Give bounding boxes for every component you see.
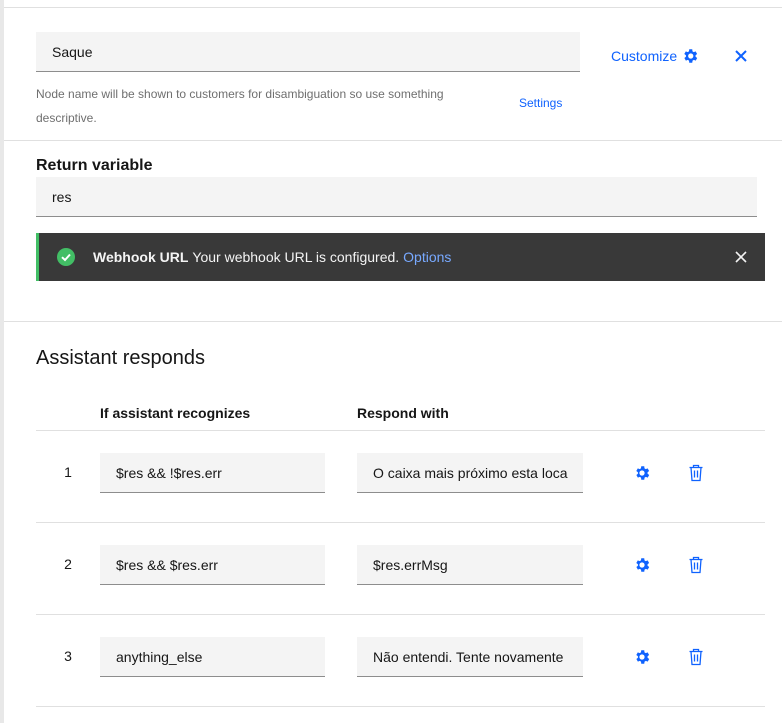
checkmark-circle-icon	[57, 248, 75, 266]
return-variable-label: Return variable	[36, 157, 153, 174]
assistant-responds-title: Assistant responds	[36, 347, 205, 369]
gear-icon[interactable]	[633, 464, 651, 482]
column-header-condition: If assistant recognizes	[100, 405, 251, 421]
gear-icon[interactable]	[633, 648, 651, 666]
webhook-notification: Webhook URL Your webhook URL is configur…	[36, 233, 765, 281]
left-edge-strip	[0, 0, 4, 723]
row-divider	[36, 706, 765, 707]
row-number: 2	[64, 556, 72, 572]
row-number: 3	[64, 648, 72, 664]
gear-icon[interactable]	[633, 556, 651, 574]
row-divider	[36, 430, 765, 431]
customize-label: Customize	[611, 48, 678, 64]
trash-icon[interactable]	[688, 556, 704, 574]
row-number: 1	[64, 464, 72, 480]
condition-input[interactable]: $res && !$res.err	[100, 453, 325, 493]
webhook-notification-title: Webhook URL	[93, 249, 189, 265]
close-icon[interactable]	[733, 48, 749, 64]
row-divider	[36, 614, 765, 615]
column-header-response: Respond with	[357, 405, 449, 421]
section-divider	[4, 140, 782, 141]
gear-icon	[684, 49, 698, 63]
close-icon[interactable]	[733, 249, 749, 265]
webhook-options-link[interactable]: Options	[403, 249, 451, 265]
response-input[interactable]: $res.errMsg	[357, 545, 583, 585]
condition-input[interactable]: $res && $res.err	[100, 545, 325, 585]
condition-input[interactable]: anything_else	[100, 637, 325, 677]
node-name-input[interactable]: Saque	[36, 32, 580, 72]
webhook-notification-message: Your webhook URL is configured.	[192, 249, 400, 265]
customize-button[interactable]: Customize	[611, 47, 699, 65]
section-divider	[4, 321, 782, 322]
top-divider	[4, 7, 782, 8]
row-divider	[36, 522, 765, 523]
settings-link[interactable]: Settings	[519, 96, 562, 110]
node-name-helper-text: Node name will be shown to customers for…	[36, 87, 444, 125]
return-variable-input[interactable]: res	[36, 177, 757, 217]
trash-icon[interactable]	[688, 648, 704, 666]
trash-icon[interactable]	[688, 464, 704, 482]
response-input[interactable]: O caixa mais próximo esta loca	[357, 453, 583, 493]
response-input[interactable]: Não entendi. Tente novamente	[357, 637, 583, 677]
